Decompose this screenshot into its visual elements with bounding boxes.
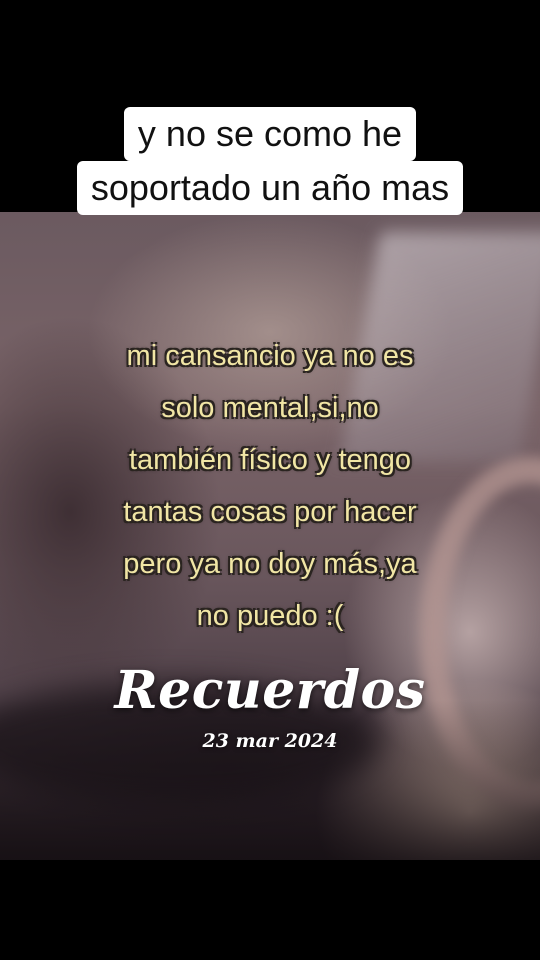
bottom-shadow <box>0 700 540 860</box>
overlay-line: mi cansancio ya no es <box>126 340 414 372</box>
overlay-line: tantas cosas por hacer <box>123 496 417 528</box>
overlay-line: pero ya no doy más,ya <box>123 548 417 580</box>
memories-title: Recuerdos <box>114 660 426 721</box>
overlay-text: mi cansancio ya no es solo mental,si,no … <box>0 330 540 642</box>
overlay-line: también físico y tengo <box>128 444 412 476</box>
top-caption: y no se como he soportado un año mas <box>0 107 540 215</box>
memories-date: 23 mar 2024 <box>202 730 338 752</box>
video-frame: y no se como he soportado un año mas mi … <box>0 0 540 960</box>
overlay-line: solo mental,si,no <box>161 392 379 424</box>
caption-line-2: soportado un año mas <box>76 161 464 215</box>
caption-line-1: y no se como he <box>123 107 417 161</box>
overlay-line: no puedo :( <box>196 600 344 632</box>
